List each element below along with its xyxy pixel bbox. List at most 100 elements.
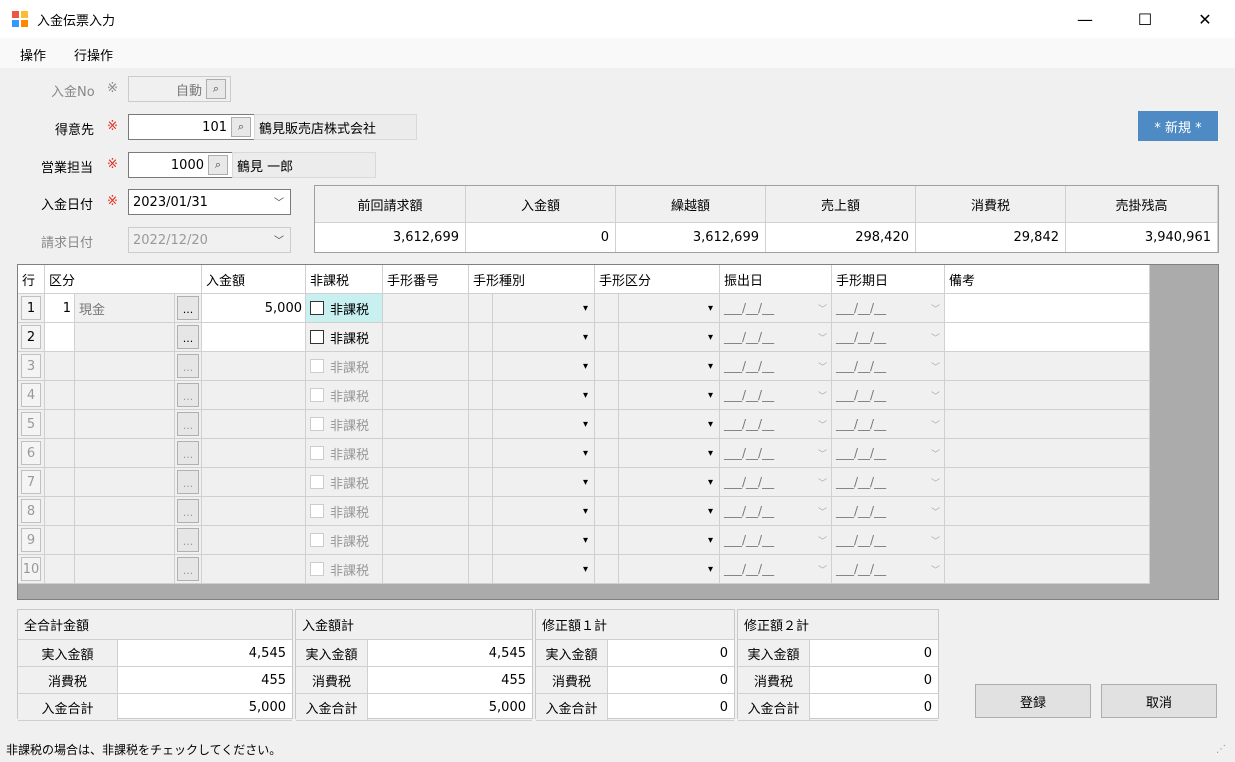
kubun-lookup-cell[interactable]: ... [175,323,202,352]
bill-kind-select[interactable]: ▾ [595,294,720,323]
staff-search-icon[interactable]: ⌕ [208,155,228,175]
taxfree-checkbox[interactable]: 非課税 [306,294,383,323]
bill-no-cell [383,439,469,468]
summary-value: 3,612,699 [616,223,766,252]
grid-header-bill-kind: 手形区分 [595,265,720,294]
row-number-label: 9 [21,528,41,552]
grid-header-kubun: 区分 [45,265,202,294]
payment-date-picker[interactable]: 2023/01/31 ﹀ [128,189,291,215]
payment-date-value: 2023/01/31 [133,194,208,210]
kubun-name-cell [75,352,175,381]
bill-type-select: ▾ [469,381,595,410]
date-placeholder: ___/__/__ [724,533,775,547]
note-cell[interactable] [945,323,1150,352]
amount-cell [202,468,306,497]
kubun-lookup-cell: ... [175,352,202,381]
chevron-down-icon: ﹀ [817,565,827,576]
bill-kind-select[interactable]: ▾ [595,323,720,352]
totals-row: 入金合計 5,000 [18,694,292,721]
taxfree-checkbox: 非課税 [306,381,383,410]
kubun-name-cell [75,439,175,468]
totals-row: 実入金額 0 [738,640,938,667]
bill-type-select: ▾ [469,352,595,381]
kubun-lookup-cell[interactable]: ... [175,294,202,323]
bill-kind-select: ▾ [595,497,720,526]
totals-key: 入金合計 [536,694,608,720]
row-number: 1 [18,294,45,323]
row-number: 9 [18,526,45,555]
bill-type-select: ▾ [469,410,595,439]
bill-date-label: 請求日付 [41,236,94,251]
date-placeholder: ___/__/__ [836,475,887,489]
note-cell[interactable] [945,294,1150,323]
row-number: 2 [18,323,45,352]
due-date-picker: ___/__/__ ﹀ [832,555,945,584]
checkbox-icon [310,533,324,547]
no-label: 入金No [51,85,95,100]
totals-panel: 全合計金額 実入金額 4,545 消費税 455 入金合計 5,000 [17,609,293,721]
chevron-down-icon: ﹀ [930,362,940,373]
date-placeholder: ___/__/__ [836,562,887,576]
amount-cell[interactable]: 5,000 [202,294,306,323]
summary-header: 入金額 [466,186,616,223]
resize-grip-icon[interactable]: ⋰ [1216,744,1226,755]
staff-code-field[interactable]: 1000 ⌕ [128,152,233,178]
grid-header-bill-no: 手形番号 [383,265,469,294]
chevron-down-icon: ﹀ [817,362,827,373]
summary-value: 29,842 [916,223,1066,252]
bill-type-select[interactable]: ▾ [469,294,595,323]
summary-table: 前回請求額 入金額 繰越額 売上額 消費税 売掛残高 3,612,699 0 3… [314,185,1219,253]
bill-kind-select: ▾ [595,410,720,439]
ellipsis-button[interactable]: ... [177,296,199,320]
dropdown-arrow-icon: ▾ [707,389,713,401]
taxfree-checkbox[interactable]: 非課税 [306,323,383,352]
close-button[interactable]: ✕ [1176,0,1234,38]
customer-search-icon[interactable]: ⌕ [231,117,251,137]
menu-row-ops[interactable]: 行操作 [74,45,113,64]
summary-header: 前回請求額 [315,186,466,223]
totals-key: 実入金額 [18,640,118,666]
menu-ops[interactable]: 操作 [20,45,46,64]
chevron-down-icon: ﹀ [817,391,827,402]
ellipsis-button[interactable]: ... [177,325,199,349]
totals-title: 全合計金額 [18,610,292,640]
maximize-button[interactable]: ☐ [1116,0,1174,38]
row-number: 7 [18,468,45,497]
status-message: 非課税の場合は、非課税をチェックしてください。 [6,743,282,757]
date-placeholder: ___/__/__ [724,504,775,518]
kubun-code-cell[interactable] [45,323,75,352]
taxfree-checkbox: 非課税 [306,468,383,497]
row-number-label: 2 [21,325,41,349]
staff-code: 1000 [170,157,204,173]
bill-no-cell [383,555,469,584]
taxfree-label: 非課税 [330,505,370,521]
totals-value: 455 [501,672,526,688]
minimize-button[interactable]: — [1056,0,1114,38]
customer-name: 鶴見販売店株式会社 [254,114,417,140]
title-bar [0,0,1235,38]
issue-date-picker: ___/__/__ ﹀ [720,410,832,439]
kubun-name-cell [75,555,175,584]
detail-grid: 行 区分 入金額 非課税 手形番号 手形種別 手形区分 振出日 手形期日 備考 … [17,264,1219,600]
issue-date-picker: ___/__/__ ﹀ [720,381,832,410]
bill-no-cell [383,381,469,410]
totals-row: 実入金額 4,545 [296,640,532,667]
ellipsis-button: ... [177,383,199,407]
bill-type-select[interactable]: ▾ [469,323,595,352]
date-placeholder: ___/__/__ [724,359,775,373]
ellipsis-button: ... [177,470,199,494]
row-number-label: 8 [21,499,41,523]
totals-value: 5,000 [248,699,286,715]
issue-date-picker: ___/__/__ ﹀ [720,294,832,323]
checkbox-icon [310,446,324,460]
register-button[interactable]: 登録 [975,684,1091,718]
kubun-code-cell[interactable]: 1 [45,294,75,323]
taxfree-label: 非課税 [330,563,370,579]
totals-key: 入金合計 [738,694,810,720]
row-number-label: 7 [21,470,41,494]
customer-code-field[interactable]: 101 ⌕ [128,114,256,140]
status-bar: 非課税の場合は、非課税をチェックしてください。 [0,737,1235,762]
cancel-button[interactable]: 取消 [1101,684,1217,718]
amount-cell[interactable] [202,323,306,352]
totals-value: 5,000 [488,699,526,715]
